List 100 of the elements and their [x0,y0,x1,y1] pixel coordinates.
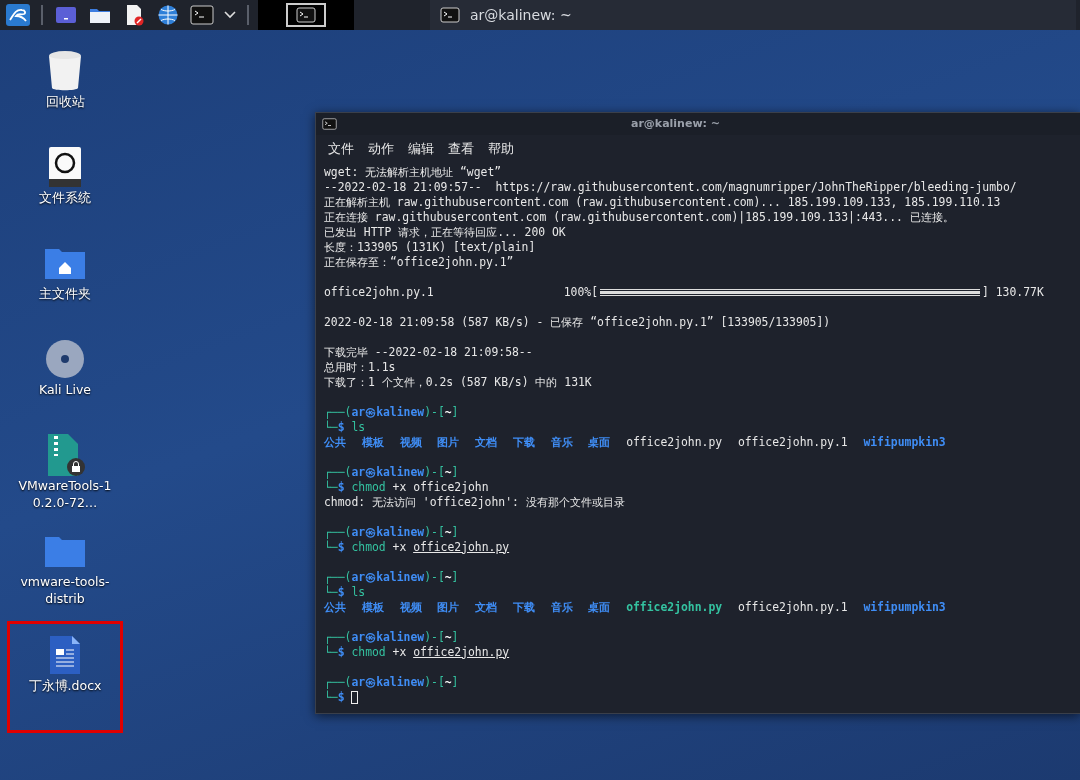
terminal-text: ┌──( [324,674,352,689]
terminal-text: +x [392,539,407,555]
terminal-icon [322,118,337,130]
terminal-text: └─ [324,479,338,495]
terminal-text: 长度：133905 (131K) [text/plain] [324,239,536,255]
file-path: office2john.py [413,539,510,555]
icon-label[interactable]: 主文件夹 [17,286,113,303]
terminal-text: $ [337,689,345,705]
terminal-text: ~ [444,569,452,585]
terminal-text: ] 130.77K [982,284,1044,300]
file-name: 音乐 [550,599,573,615]
terminal-text: 下载完毕 --2022-02-18 21:09:58-- [324,344,533,360]
menu-item[interactable]: 编辑 [408,139,434,159]
terminal-text: office2john [413,479,489,495]
terminal-text: +x [392,479,407,495]
terminal-text: ~ [444,674,452,690]
icon-label[interactable]: 丁永博.docx [17,678,113,695]
terminal-text: office2john.py.1 [324,284,434,300]
terminal-text: ls [351,584,366,600]
terminal-text: chmod: 无法访问 'office2john': 没有那个文件或目录 [324,494,625,510]
terminal-text: wget: 无法解析主机地址 “wget” [324,164,502,180]
terminal-text: 下载了：1 个文件，0.2s (587 KB/s) 中的 131K [324,374,592,390]
file-name: 图片 [437,434,460,450]
file-name: 桌面 [588,434,611,450]
terminal-text: )-[ [424,569,445,585]
terminal-icon [286,3,326,27]
terminal-text: 正在连接 raw.githubusercontent.com (raw.githubusercontent.com)|185.199.109.133|:443... 已连接。 [324,209,954,225]
terminal-text: ar㉿kalinew [351,404,425,420]
icon-label[interactable]: VMwareTools-10.2.0-72… [17,478,113,512]
terminal-text: └─ [324,689,338,705]
terminal-text: ] [451,569,459,585]
drive-icon[interactable] [48,144,82,190]
terminal-text: $ [337,419,345,435]
file-name: 音乐 [550,434,573,450]
terminal-text: 已发出 HTTP 请求，正在等待回应... 200 OK [324,224,566,240]
terminal-text: ls [351,419,366,435]
terminal-text: ~ [444,629,452,645]
menu-item[interactable]: 查看 [448,139,474,159]
terminal-text: ~ [444,464,452,480]
terminal-text: 正在解析主机 raw.githubusercontent.com (raw.githubusercontent.com)... 185.199.109.133, 185.199.110.13 [324,194,1001,210]
terminal-text: ~ [444,524,452,540]
file-name: 下载 [512,434,535,450]
terminal-text: )-[ [424,629,445,645]
file-name: 桌面 [588,599,611,615]
menu-item[interactable]: 文件 [328,139,354,159]
terminal-text: ┌──( [324,629,352,644]
terminal-text: 100%[ [563,284,599,300]
file-name: 公共 [324,434,346,450]
file-name: 视频 [399,434,422,450]
terminal-text: ~ [444,404,452,420]
file-name: 视频 [399,599,422,615]
file-name: 文档 [475,434,498,450]
terminal-text: └─ [324,584,338,600]
terminal-text: --2022-02-18 21:09:57-- https://raw.githubusercontent.com/magnumripper/JohnTheRipper/bleeding-jumbo/ [324,179,1017,195]
file-name: wifipumpkin3 [863,434,946,450]
file-name: 图片 [437,599,460,615]
terminal-text: ar㉿kalinew [351,524,425,540]
terminal-text: ] [451,524,459,540]
file-name: office2john.py [626,599,723,615]
terminal-text: chmod [351,539,386,555]
terminal-text: )-[ [424,464,445,480]
file-name: 模板 [361,599,384,615]
file-name: 公共 [324,599,346,615]
cursor [351,690,359,704]
app-menu-icon[interactable] [4,2,32,28]
terminal-text: )-[ [424,674,445,690]
terminal-text: ar㉿kalinew [351,674,425,690]
icon-label[interactable]: 文件系统 [17,190,113,207]
terminal-text: 总用时：1.1s [324,359,396,375]
terminal-text: └─ [324,539,338,555]
file-name: 下载 [512,599,535,615]
terminal-icon [440,7,460,23]
menu-item[interactable]: 动作 [368,139,394,159]
terminal-text: ] [451,404,459,420]
terminal-text: ┌──( [324,524,352,539]
terminal-text: chmod [351,479,386,495]
icon-label[interactable]: 回收站 [17,94,113,111]
terminal-text: $ [337,584,345,600]
icon-label[interactable]: Kali Live [17,382,113,399]
task-button[interactable] [258,0,354,30]
terminal-text: $ [337,644,345,660]
terminal-icon[interactable] [188,2,216,28]
terminal-text: chmod [351,644,386,660]
file-name: office2john.py.1 [737,434,848,450]
terminal-text: +x [392,644,407,660]
terminal-text: $ [337,539,345,555]
terminal-text: ] [451,629,459,645]
terminal-text: ┌──( [324,404,352,419]
terminal-text: ar㉿kalinew [351,569,425,585]
file-name: office2john.py [626,434,723,450]
menu-item[interactable]: 帮助 [488,139,514,159]
window-title: ar@kalinew: ~ [630,115,721,132]
terminal-text: ] [451,464,459,480]
window-title: ar@kalinew: ~ [470,5,572,25]
terminal-text: ar㉿kalinew [351,629,425,645]
terminal-text: ┌──( [324,569,352,584]
file-path: office2john.py [413,644,510,660]
file-name: wifipumpkin3 [863,599,946,615]
icon-label[interactable]: vmware-tools-distrib [17,574,113,608]
terminal-text: └─ [324,644,338,660]
